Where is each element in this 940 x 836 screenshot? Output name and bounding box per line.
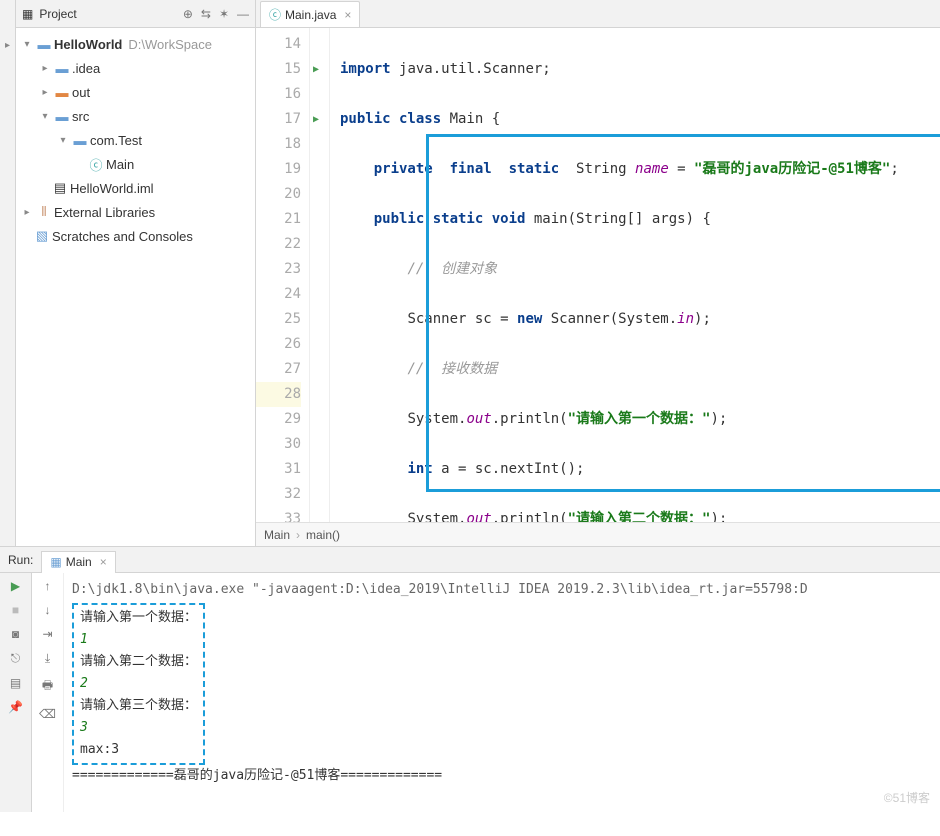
run-tab[interactable]: ▦ Main × [41,551,115,573]
project-title: Project [39,7,76,21]
run-gutter-icon[interactable]: ▶ [313,57,319,82]
run-label: Run: [8,553,33,567]
project-tree: ▾▬ HelloWorld D:\WorkSpace ▸▬ .idea ▸▬ o… [16,28,255,252]
output-box: 请输入第一个数据： 1 请输入第二个数据： 2 请输入第三个数据： 3 max:… [72,603,205,765]
tree-root[interactable]: ▾▬ HelloWorld D:\WorkSpace [16,32,255,56]
up-icon[interactable]: ↑ [45,579,51,593]
project-icon: ▦ [22,7,33,21]
editor-area: ⓒ Main.java × 14 15▶ 16 17▶ 18 19 20 21 … [256,0,940,546]
close-icon[interactable]: × [100,555,107,569]
tree-out[interactable]: ▸▬ out [16,80,255,104]
fold-column [310,28,330,522]
tree-idea[interactable]: ▸▬ .idea [16,56,255,80]
exit-icon[interactable]: ⎋ [11,651,21,666]
watermark: ©51博客 [884,789,930,806]
expand-icon[interactable]: ⇆ [201,7,211,21]
left-gutter-bar: ▸ [0,0,16,546]
command-line: D:\jdk1.8\bin\java.exe "-javaagent:D:\id… [72,579,932,601]
stop-icon[interactable]: ■ [12,603,19,617]
console-output[interactable]: D:\jdk1.8\bin\java.exe "-javaagent:D:\id… [64,573,940,812]
editor-body[interactable]: 14 15▶ 16 17▶ 18 19 20 21 22 23 24 25 26… [256,28,940,522]
class-icon: ⓒ [269,6,281,23]
camera-icon[interactable]: ◙ [12,627,19,641]
rerun-icon[interactable]: ▶ [11,579,20,593]
scroll-icon[interactable]: ⤓ [45,651,50,666]
project-header: ▦ Project ⊕ ⇆ ✶ — [16,0,255,28]
app-icon: ▦ [50,555,61,569]
project-panel: ▦ Project ⊕ ⇆ ✶ — ▾▬ HelloWorld D:\WorkS… [16,0,256,546]
print-icon[interactable]: 🖶 [42,676,53,697]
file-tab-main[interactable]: ⓒ Main.java × [260,1,360,27]
breadcrumb[interactable]: Main › main() [256,522,940,546]
code-area[interactable]: import java.util.Scanner; public class M… [330,28,940,522]
tree-package[interactable]: ▾▬ com.Test [16,128,255,152]
scope-icon[interactable]: ⊕ [183,7,193,21]
wrap-icon[interactable]: ⇥ [42,627,52,641]
hide-icon[interactable]: — [237,7,249,21]
panel-toggle-icon[interactable]: ▸ [5,40,10,51]
run-toolbar-2: ↑ ↓ ⇥ ⤓ 🖶 ⌫ [32,573,64,812]
run-panel: Run: ▦ Main × ▶ ■ ◙ ⎋ ▤ 📌 ↑ ↓ ⇥ ⤓ 🖶 ⌫ D:… [0,546,940,812]
output-footer: =============磊哥的java历险记-@51博客===========… [72,765,932,787]
down-icon[interactable]: ↓ [45,603,51,617]
tree-ext-lib[interactable]: ▸⫴ External Libraries [16,200,255,224]
tree-scratches[interactable]: ▧ Scratches and Consoles [16,224,255,248]
clear-icon[interactable]: ⌫ [39,707,56,721]
tree-main-class[interactable]: ⓒ Main [16,152,255,176]
close-icon[interactable]: × [344,8,351,22]
run-toolbar-left: ▶ ■ ◙ ⎋ ▤ 📌 [0,573,32,812]
line-gutter: 14 15▶ 16 17▶ 18 19 20 21 22 23 24 25 26… [256,28,310,522]
pin-icon[interactable]: 📌 [8,700,23,714]
tree-src[interactable]: ▾▬ src [16,104,255,128]
settings-icon[interactable]: ✶ [219,7,229,21]
tree-iml[interactable]: ▤ HelloWorld.iml [16,176,255,200]
layout-icon[interactable]: ▤ [10,676,21,690]
editor-tab-bar: ⓒ Main.java × [256,0,940,28]
run-header: Run: ▦ Main × [0,547,940,573]
run-gutter-icon[interactable]: ▶ [313,107,319,132]
